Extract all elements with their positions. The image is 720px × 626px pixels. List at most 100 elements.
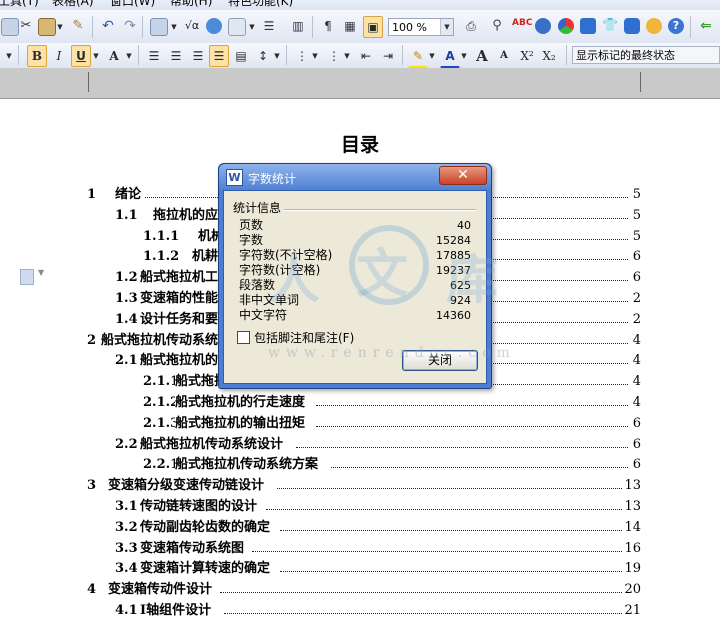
separator (92, 16, 93, 38)
zoom-value: 100 % (392, 21, 427, 34)
leader-dots (331, 467, 628, 468)
line-spacing-dropdown-icon[interactable]: ▼ (272, 45, 282, 67)
insert-shape-icon[interactable] (228, 18, 246, 36)
insert-picture-icon[interactable] (206, 18, 222, 34)
separator (312, 16, 313, 38)
resource-center-icon[interactable] (558, 18, 574, 34)
page-icon[interactable] (1, 18, 19, 36)
margin-marker[interactable] (640, 72, 641, 92)
leader-dots (316, 405, 628, 406)
leader-dots (280, 530, 622, 531)
help-icon[interactable]: ? (668, 18, 684, 34)
undo-icon[interactable]: ↶ (100, 18, 116, 34)
italic-button[interactable]: I (49, 45, 69, 67)
shrink-font-button[interactable]: A (494, 45, 514, 67)
justify-icon[interactable]: ☰ (209, 45, 229, 67)
cut-icon[interactable]: ✂ (18, 18, 34, 34)
superscript-button[interactable]: X² (516, 45, 538, 67)
bullets-dropdown-icon[interactable]: ▼ (342, 45, 352, 67)
format-painter-icon[interactable]: ✎ (70, 18, 86, 34)
grow-font-button[interactable]: A (472, 45, 492, 67)
wps-logo-icon: W (226, 169, 243, 186)
spellcheck-icon[interactable]: ABC (512, 16, 532, 32)
dialog-titlebar[interactable]: W 字数统计 ✕ (219, 164, 491, 190)
style-dropdown-icon[interactable]: ▼ (3, 45, 15, 67)
insert-table-icon[interactable] (150, 18, 168, 36)
close-icon[interactable]: ✕ (439, 166, 487, 185)
text-box-icon[interactable]: ▣ (363, 16, 383, 38)
toc-text: Ⅰ轴组件设计 (140, 602, 212, 620)
chevron-down-icon[interactable]: ▼ (440, 19, 453, 35)
margin-marker[interactable] (88, 72, 89, 92)
stat-label: 页数 (239, 218, 264, 232)
font-color-dropdown-icon[interactable]: ▼ (459, 45, 469, 67)
align-right-icon[interactable]: ☰ (188, 45, 208, 67)
table-dropdown-icon[interactable]: ▼ (169, 16, 179, 38)
toc-text: 船式拖拉机传动系统设计 (140, 436, 284, 454)
shape-dropdown-icon[interactable]: ▼ (247, 16, 257, 38)
paragraph-mark-icon[interactable]: ¶ (320, 18, 336, 34)
toc-page: 4 (632, 333, 641, 348)
font-color-icon[interactable]: A (440, 45, 460, 69)
toc-page: 6 (632, 437, 641, 452)
chart-icon[interactable]: ▥ (290, 18, 306, 34)
toc-text: 船式拖拉机的输出扭矩 (175, 415, 306, 433)
toc-page: 5 (632, 208, 641, 223)
text-effect-dropdown-icon[interactable]: ▼ (124, 45, 134, 67)
standard-toolbar: ✂ ▼ ✎ ↶ ↷ ▼ √α ▼ ☰ ▥ ¶ ▦ ▣ 100 % ▼ ⎙ ⚲ A… (0, 10, 720, 44)
include-footnotes-label[interactable]: 包括脚注和尾注(F) (254, 329, 354, 346)
bold-button[interactable]: B (27, 45, 47, 67)
toc-number: 2.2 (115, 436, 138, 454)
back-arrow-icon[interactable]: ⇐ (698, 18, 714, 34)
outline-icon[interactable]: ▦ (342, 18, 358, 34)
align-left-icon[interactable]: ☰ (144, 45, 164, 67)
numbering-dropdown-icon[interactable]: ▼ (310, 45, 320, 67)
redo-icon[interactable]: ↷ (122, 18, 138, 34)
feedback-icon[interactable] (624, 18, 640, 34)
markup-display-select[interactable]: 显示标记的最终状态 (572, 46, 720, 64)
text-effect-button[interactable]: A (104, 45, 124, 67)
print-preview-icon[interactable]: ⎙ (463, 18, 479, 34)
zoom-combo[interactable]: 100 % ▼ (388, 18, 454, 36)
columns-icon[interactable]: ☰ (261, 18, 277, 34)
menu-features[interactable]: 特色功能(K) (228, 0, 293, 9)
toc-page: 19 (624, 561, 641, 576)
toc-text: 机耕 (192, 248, 219, 266)
line-spacing-icon[interactable]: ↕ (253, 45, 273, 67)
toc-number: 3.4 (115, 560, 138, 578)
menu-tools[interactable]: 工具(T) (0, 0, 39, 9)
highlight-dropdown-icon[interactable]: ▼ (427, 45, 437, 67)
document-icon[interactable] (20, 269, 34, 285)
skin-icon[interactable]: 👕 (602, 18, 618, 34)
dialog-title: 字数统计 (248, 172, 297, 186)
menu-table[interactable]: 表格(A) (52, 0, 94, 9)
separator (402, 45, 403, 65)
bullet-list-icon[interactable]: ⋮ (324, 45, 344, 67)
align-center-icon[interactable]: ☰ (166, 45, 186, 67)
decrease-indent-icon[interactable]: ⇤ (356, 45, 376, 67)
toc-number: 3 (87, 477, 97, 495)
formula-icon[interactable]: √α (184, 18, 200, 34)
toc-page: 4 (632, 353, 641, 368)
paste-icon[interactable] (38, 18, 56, 36)
find-icon[interactable]: ⚲ (489, 18, 505, 34)
menu-window[interactable]: 窗口(W) (110, 0, 155, 9)
numbered-list-icon[interactable]: ⋮ (292, 45, 312, 67)
underline-button[interactable]: U (71, 45, 91, 67)
increase-indent-icon[interactable]: ⇥ (378, 45, 398, 67)
distributed-align-icon[interactable]: ▤ (231, 45, 251, 67)
paste-dropdown-icon[interactable]: ▼ (55, 16, 65, 38)
chevron-down-icon[interactable]: ▼ (38, 268, 44, 277)
toc-number: 3.3 (115, 540, 138, 558)
underline-dropdown-icon[interactable]: ▼ (91, 45, 101, 67)
stat-label: 字数 (239, 233, 264, 247)
moon-icon[interactable] (646, 18, 662, 34)
highlight-icon[interactable]: ✎ (408, 45, 428, 69)
menu-help[interactable]: 帮助(H) (170, 0, 212, 9)
include-footnotes-checkbox[interactable] (237, 331, 250, 344)
toc-number: 2.2.1 (143, 456, 180, 474)
document-roaming-icon[interactable] (580, 18, 596, 34)
subscript-button[interactable]: X₂ (538, 45, 560, 67)
toc-number: 1 (87, 186, 97, 204)
web-icon[interactable] (535, 18, 551, 34)
